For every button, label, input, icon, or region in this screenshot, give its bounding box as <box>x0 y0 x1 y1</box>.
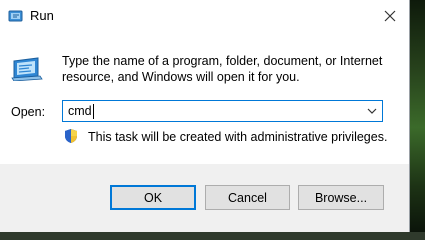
uac-shield-icon <box>65 129 77 143</box>
open-input[interactable]: cmd <box>68 104 92 118</box>
ok-button[interactable]: OK <box>110 185 196 210</box>
dialog-description: Type the name of a program, folder, docu… <box>62 54 383 84</box>
browse-button[interactable]: Browse... <box>298 185 384 210</box>
window-title: Run <box>30 8 54 23</box>
run-app-icon <box>8 10 23 22</box>
run-dialog: Run Type the name of a program, folder, … <box>0 0 410 232</box>
cancel-button[interactable]: Cancel <box>205 185 290 210</box>
open-label: Open: <box>11 105 46 119</box>
admin-privileges-note: This task will be created with administr… <box>88 130 388 144</box>
chevron-down-icon[interactable] <box>365 103 379 119</box>
close-button[interactable] <box>372 0 408 32</box>
run-app-icon <box>11 57 43 81</box>
text-caret <box>93 104 94 119</box>
title-bar[interactable]: Run <box>0 0 409 32</box>
desktop-background <box>410 0 425 232</box>
close-icon <box>384 10 396 22</box>
open-combobox[interactable]: cmd <box>62 100 383 122</box>
